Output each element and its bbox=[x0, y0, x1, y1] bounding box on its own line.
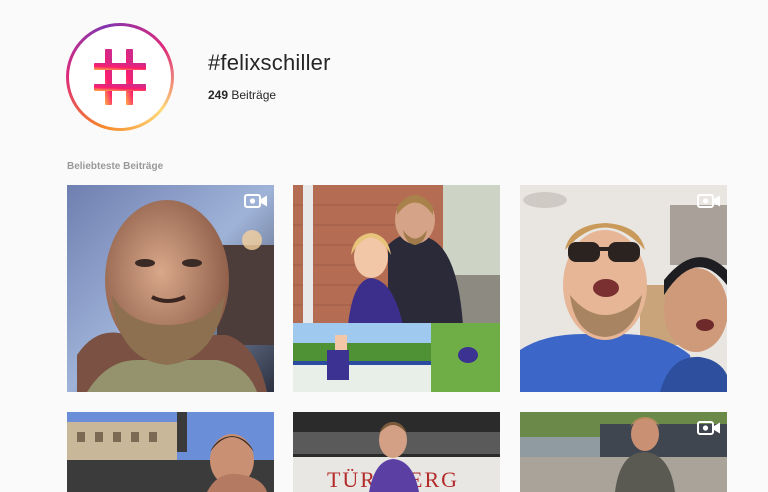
hashtag-avatar bbox=[66, 23, 174, 131]
post-tile[interactable] bbox=[293, 185, 500, 392]
post-image bbox=[67, 412, 274, 492]
post-count-label: Beiträge bbox=[231, 88, 277, 102]
post-tile[interactable] bbox=[67, 185, 274, 392]
post-tile[interactable] bbox=[520, 412, 727, 492]
post-tile[interactable] bbox=[67, 412, 274, 492]
post-image: TÜREBERG bbox=[293, 412, 500, 492]
post-image bbox=[520, 185, 727, 392]
post-count-number: 249 bbox=[208, 88, 229, 102]
video-camera-icon bbox=[697, 194, 720, 208]
post-image bbox=[293, 185, 500, 392]
post-count: 249 Beiträge bbox=[208, 88, 276, 102]
section-label-top-posts: Beliebteste Beiträge bbox=[67, 161, 164, 172]
hashtag-icon bbox=[94, 49, 146, 105]
hashtag-header: #felixschiller 249 Beiträge bbox=[0, 0, 768, 150]
hashtag-title: #felixschiller bbox=[208, 50, 331, 75]
video-camera-icon bbox=[244, 194, 267, 208]
post-image bbox=[67, 185, 274, 392]
video-camera-icon bbox=[697, 421, 720, 435]
post-tile[interactable] bbox=[520, 185, 727, 392]
post-image bbox=[520, 412, 727, 492]
post-tile[interactable]: TÜREBERG bbox=[293, 412, 500, 492]
